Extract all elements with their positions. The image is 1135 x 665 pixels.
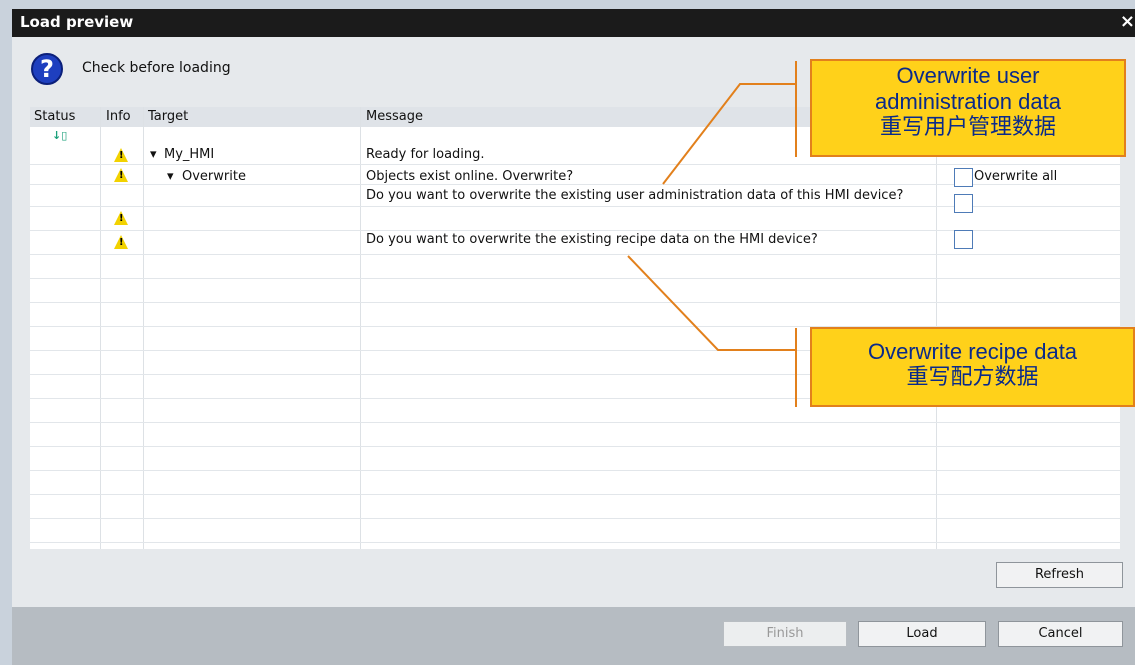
row-divider <box>30 254 1120 255</box>
column-info[interactable]: Info <box>106 109 131 124</box>
recipe-callout: Overwrite recipe data 重写配方数据 <box>810 327 1135 407</box>
row-divider <box>30 542 1120 543</box>
overwrite-expand-icon[interactable]: ▾ <box>167 168 174 185</box>
title-bar: Load preview × <box>12 9 1135 37</box>
warning-icon: ! <box>114 168 128 182</box>
callout-line: administration data <box>875 89 1061 114</box>
row-divider <box>30 302 1120 303</box>
callout-line: 重写用户管理数据 <box>879 115 1056 140</box>
message-user-admin: Do you want to overwrite the existing us… <box>366 188 904 203</box>
user-admin-checkbox[interactable] <box>954 194 973 213</box>
row-divider <box>30 278 1120 279</box>
column-divider <box>100 107 101 549</box>
message-ready: Ready for loading. <box>366 147 485 162</box>
callout-line: Overwrite user <box>896 63 1040 88</box>
column-target[interactable]: Target <box>148 109 188 124</box>
overwrite-all-checkbox[interactable] <box>954 168 973 187</box>
callout-line: 重写配方数据 <box>906 365 1039 390</box>
recipe-checkbox[interactable] <box>954 230 973 249</box>
message-recipe: Do you want to overwrite the existing re… <box>366 232 818 247</box>
column-divider <box>360 107 361 549</box>
column-divider <box>143 107 144 549</box>
load-button[interactable]: Load <box>858 621 986 647</box>
dialog-footer: Finish Load Cancel <box>12 607 1135 665</box>
background-strip <box>0 0 1135 9</box>
column-message[interactable]: Message <box>366 109 423 124</box>
warning-icon: ! <box>114 235 128 249</box>
target-my-hmi: My_HMI <box>164 147 215 162</box>
cancel-button[interactable]: Cancel <box>998 621 1123 647</box>
overwrite-all-label: Overwrite all <box>974 169 1058 184</box>
finish-button[interactable]: Finish <box>723 621 847 647</box>
question-icon: ? <box>31 53 63 85</box>
target-overwrite: Overwrite <box>182 169 246 184</box>
refresh-button[interactable]: Refresh <box>996 562 1123 588</box>
column-status[interactable]: Status <box>34 109 75 124</box>
warning-icon: ! <box>114 148 128 162</box>
row-divider <box>30 422 1120 423</box>
target-expand-icon[interactable]: ▾ <box>150 146 157 163</box>
callout-line: Overwrite recipe data <box>867 339 1078 364</box>
download-status-icon: ↓▯ <box>52 129 68 142</box>
row-divider <box>30 470 1120 471</box>
row-divider <box>30 518 1120 519</box>
check-before-loading-label: Check before loading <box>82 60 231 76</box>
message-objects-exist: Objects exist online. Overwrite? <box>366 169 574 184</box>
warning-icon: ! <box>114 211 128 225</box>
dialog-title: Load preview <box>20 13 134 31</box>
row-divider <box>30 164 1120 165</box>
row-divider <box>30 494 1120 495</box>
close-icon[interactable]: × <box>1120 11 1135 32</box>
user-admin-callout: Overwrite user administration data 重写用户管… <box>810 59 1126 157</box>
row-divider <box>30 446 1120 447</box>
